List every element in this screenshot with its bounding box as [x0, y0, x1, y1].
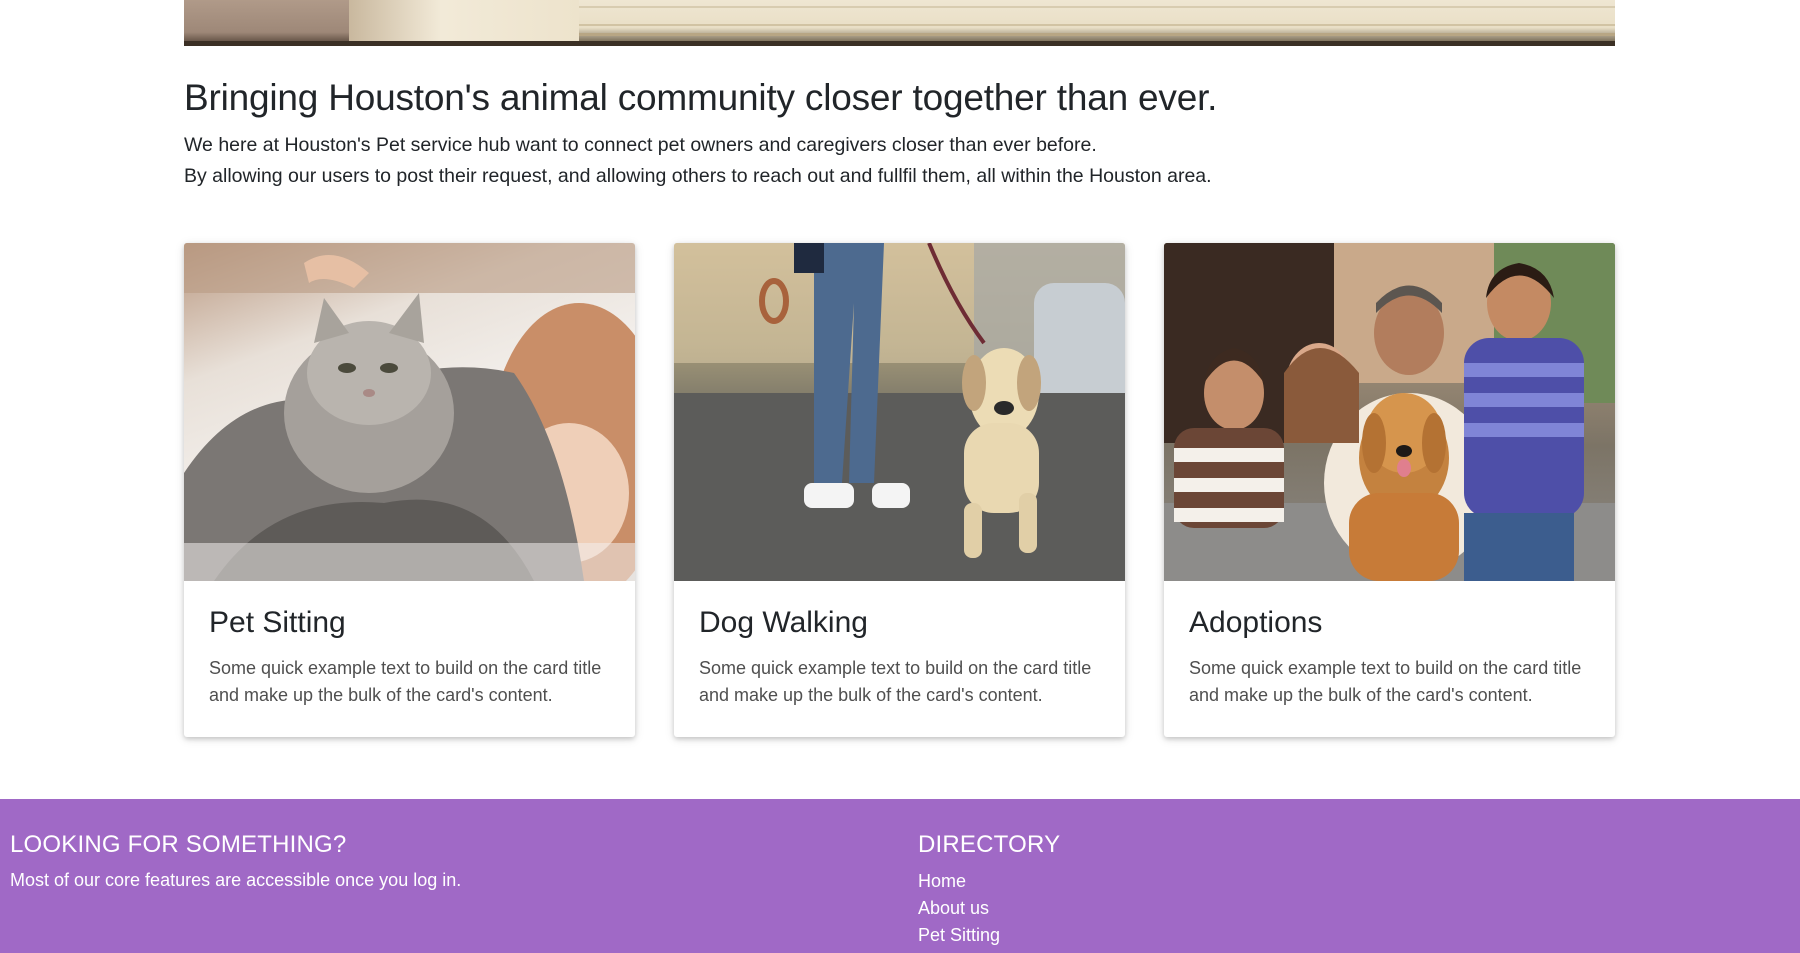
intro-line-1: We here at Houston's Pet service hub wan…: [184, 134, 1097, 156]
footer-directory: DIRECTORY Home About us Pet Sitting: [918, 830, 1060, 949]
card-text: Some quick example text to build on the …: [209, 658, 602, 705]
dog-walking-photo: [674, 243, 1125, 581]
card-dog-walking[interactable]: Dog Walking Some quick example text to b…: [674, 243, 1125, 737]
card-text: Some quick example text to build on the …: [699, 658, 1092, 705]
card-title: Adoptions: [1189, 606, 1323, 639]
hero-image: [184, 0, 1615, 46]
footer-info: LOOKING FOR SOMETHING? Most of our core …: [10, 830, 461, 892]
page-footer: LOOKING FOR SOMETHING? Most of our core …: [0, 799, 1800, 953]
directory-item: About us: [918, 895, 1060, 922]
card-title: Pet Sitting: [209, 606, 346, 639]
footer-text: Most of our core features are accessible…: [10, 870, 462, 890]
cat-photo: [184, 243, 635, 581]
link-pet-sitting[interactable]: Pet Sitting: [918, 925, 1000, 945]
card-pet-sitting[interactable]: Pet Sitting Some quick example text to b…: [184, 243, 635, 737]
directory-heading: DIRECTORY: [918, 831, 1061, 858]
intro-line-2: By allowing our users to post their requ…: [184, 165, 1212, 187]
directory-list: Home About us Pet Sitting: [918, 868, 1060, 949]
card-title: Dog Walking: [699, 606, 868, 639]
family-photo: [1164, 243, 1615, 581]
service-cards: Pet Sitting Some quick example text to b…: [184, 243, 1615, 737]
card-adoptions[interactable]: Adoptions Some quick example text to bui…: [1164, 243, 1615, 737]
footer-heading: LOOKING FOR SOMETHING?: [10, 831, 347, 858]
directory-item: Home: [918, 868, 1060, 895]
link-home[interactable]: Home: [918, 871, 966, 891]
link-about-us[interactable]: About us: [918, 898, 989, 918]
card-text: Some quick example text to build on the …: [1189, 658, 1582, 705]
intro-section: Bringing Houston's animal community clos…: [184, 74, 1615, 192]
intro-heading: Bringing Houston's animal community clos…: [184, 77, 1218, 118]
directory-item: Pet Sitting: [918, 922, 1060, 949]
